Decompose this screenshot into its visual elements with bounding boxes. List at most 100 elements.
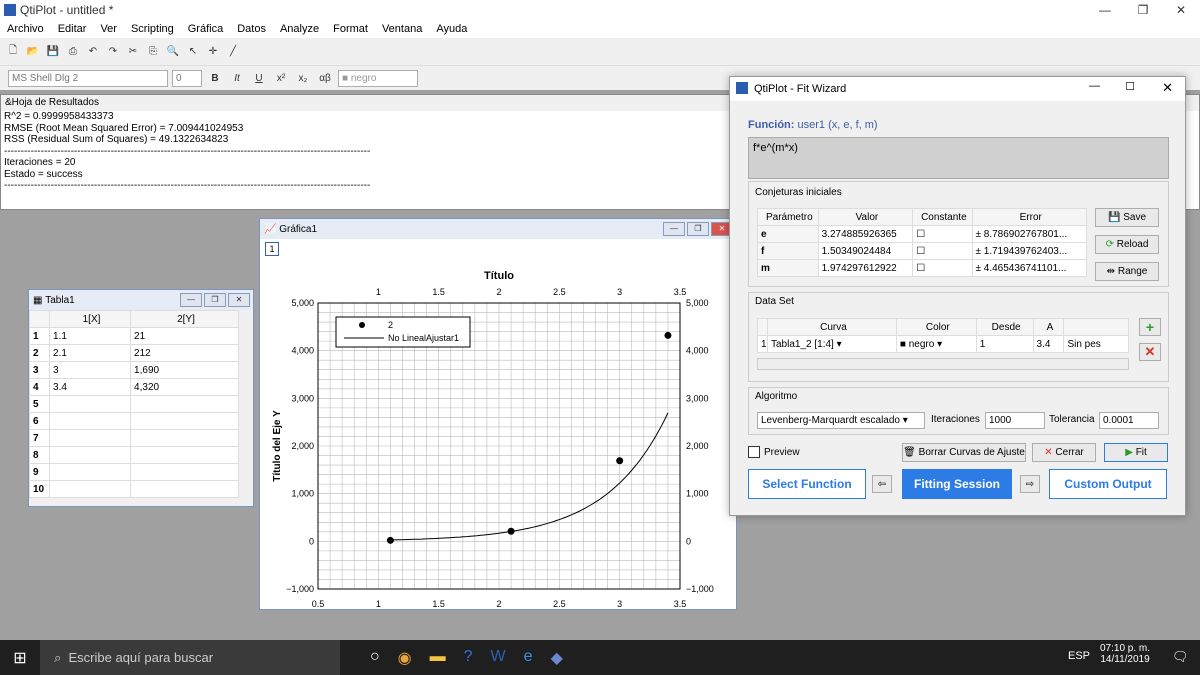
menu-grafica[interactable]: Gráfica [181,23,230,35]
wizard-maximize-button[interactable]: ☐ [1125,80,1135,93]
menu-editar[interactable]: Editar [51,23,94,35]
column-header[interactable]: 2[Y] [130,310,239,328]
dataset-scrollbar[interactable] [757,358,1129,370]
table-cell[interactable] [48,463,132,481]
language-indicator[interactable]: ESP [1068,650,1090,662]
help-icon[interactable]: ? [464,648,473,668]
table-row[interactable]: 7 [29,429,239,447]
redo-icon[interactable]: ↷ [104,43,122,61]
table-row[interactable]: 4 3.4 4,320 [29,378,239,396]
remove-dataset-button[interactable]: ✕ [1139,343,1161,361]
menu-datos[interactable]: Datos [230,23,273,35]
next-arrow-icon[interactable]: ⇨ [1020,475,1040,493]
chrome-icon[interactable]: ◉ [398,648,412,668]
param-constant-checkbox[interactable]: ☐ [912,225,973,243]
table-cell[interactable] [48,412,132,430]
menu-analyze[interactable]: Analyze [273,23,326,35]
table-cell[interactable] [48,446,132,464]
table-cell[interactable]: 2.1 [48,344,132,362]
table-cell[interactable] [48,429,132,447]
table-cell[interactable]: 3 [48,361,132,379]
color-select[interactable]: ■ negro [338,69,418,87]
row-number[interactable]: 1 [29,327,50,345]
param-row[interactable]: f 1.50349024484 ☐ ± 1.719439762403... [757,242,1088,260]
table-restore-button[interactable]: ❐ [204,293,226,307]
graph-restore-button[interactable]: ❐ [687,222,709,236]
algorithm-select[interactable]: Levenberg-Marquardt escalado ▾ [757,412,925,429]
line-icon[interactable]: ╱ [224,43,242,61]
row-number[interactable]: 2 [29,344,50,362]
table-cell[interactable]: 21 [130,327,239,345]
table-row[interactable]: 6 [29,412,239,430]
new-icon[interactable]: 🗋 [4,43,22,61]
table-row[interactable]: 5 [29,395,239,413]
add-dataset-button[interactable]: + [1139,318,1161,336]
table-cell[interactable] [130,446,239,464]
graph-minimize-button[interactable]: — [663,222,685,236]
table-cell[interactable]: 1,690 [130,361,239,379]
task-view-icon[interactable]: ○ [370,648,380,668]
menu-format[interactable]: Format [326,23,375,35]
iterations-spinbox[interactable]: 1000 [985,412,1045,429]
font-select[interactable]: MS Shell Dlg 2 [8,69,168,87]
italic-icon[interactable]: It [228,69,246,87]
row-number[interactable]: 6 [29,412,50,430]
range-button[interactable]: ⇹ Range [1095,262,1159,281]
table-cell[interactable] [48,480,132,498]
column-header[interactable]: 1[X] [48,310,132,328]
wizard-minimize-button[interactable]: — [1089,80,1100,92]
param-constant-checkbox[interactable]: ☐ [912,259,973,277]
row-number[interactable]: 8 [29,446,50,464]
table-row[interactable]: 1 1.1 21 [29,327,239,345]
undo-icon[interactable]: ↶ [84,43,102,61]
edge-icon[interactable]: e [524,648,533,668]
tolerance-spinbox[interactable]: 0.0001 [1099,412,1159,429]
to-spinbox[interactable]: 3.4 [1032,335,1065,353]
row-number[interactable]: 5 [29,395,50,413]
minimize-button[interactable]: — [1086,0,1124,20]
maximize-button[interactable]: ❐ [1124,0,1162,20]
select-function-button[interactable]: Select Function [748,469,866,499]
color-select[interactable]: ■ negro ▾ [895,335,977,353]
zoom-icon[interactable]: 🔍 [164,43,182,61]
custom-output-button[interactable]: Custom Output [1049,469,1167,499]
bold-icon[interactable]: B [206,69,224,87]
table-row[interactable]: 2 2.1 212 [29,344,239,362]
table-cell[interactable]: 212 [130,344,239,362]
table-cell[interactable]: 3.4 [48,378,132,396]
table-cell[interactable]: 4,320 [130,378,239,396]
menu-ayuda[interactable]: Ayuda [429,23,474,35]
from-spinbox[interactable]: 1 [975,335,1034,353]
menu-ver[interactable]: Ver [93,23,124,35]
row-number[interactable]: 10 [29,480,50,498]
preview-checkbox[interactable]: Preview [748,446,800,458]
plot-canvas[interactable]: 0.5 1 1.5 2 2.5 3 3.5 1 1.5 2 2.5 3 3.5 −1,000 0 1,000 2… [260,241,736,609]
table-cell[interactable] [130,463,239,481]
param-value-spinbox[interactable]: 3.274885926365 [817,225,914,243]
param-row[interactable]: e 3.274885926365 ☐ ± 8.786902767801... [757,225,1088,243]
param-constant-checkbox[interactable]: ☐ [912,242,973,260]
row-number[interactable]: 3 [29,361,50,379]
open-icon[interactable]: 📂 [24,43,42,61]
notifications-icon[interactable]: 🗨 [1172,649,1189,665]
copy-icon[interactable]: ⎘ [144,43,162,61]
table-close-button[interactable]: ✕ [228,293,250,307]
greek-icon[interactable]: αβ [316,69,334,87]
menu-scripting[interactable]: Scripting [124,23,181,35]
param-value-spinbox[interactable]: 1.974297612922 [817,259,914,277]
formula-box[interactable]: f*e^(m*x) [748,137,1169,179]
print-icon[interactable]: ⎙ [64,43,82,61]
table-row[interactable]: 3 3 1,690 [29,361,239,379]
close-button[interactable]: ✕ [1162,0,1200,20]
row-number[interactable]: 4 [29,378,50,396]
menu-ventana[interactable]: Ventana [375,23,429,35]
table-cell[interactable] [48,395,132,413]
crosshair-icon[interactable]: ✛ [204,43,222,61]
save-icon[interactable]: 💾 [44,43,62,61]
table-minimize-button[interactable]: — [180,293,202,307]
table-cell[interactable] [130,429,239,447]
clock-time[interactable]: 07:10 p. m. [1096,643,1154,654]
cut-icon[interactable]: ✂ [124,43,142,61]
cerrar-button[interactable]: ✕ Cerrar [1032,443,1096,462]
fitting-session-button[interactable]: Fitting Session [902,469,1012,499]
